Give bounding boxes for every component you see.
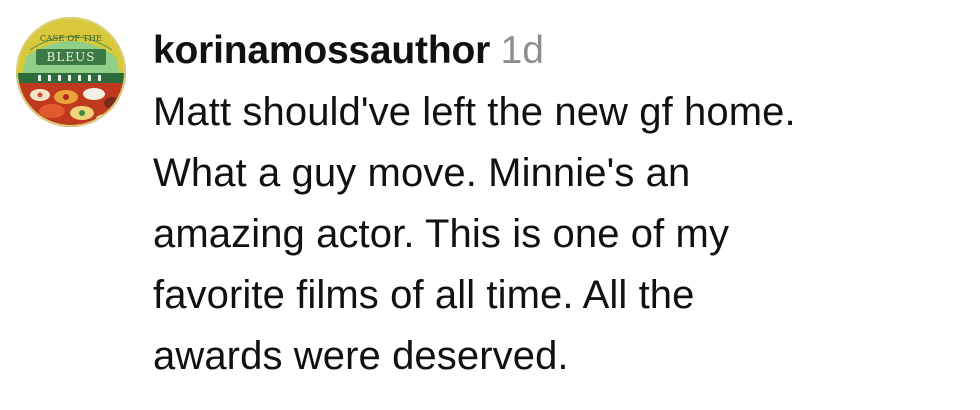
comment-text: Matt should've left the new gf home. Wha… <box>153 82 968 387</box>
comment-timestamp[interactable]: 1d <box>501 29 544 72</box>
comment-text-line: awards were deserved. <box>153 334 569 378</box>
avatar[interactable]: CASE OF THE BLEUS <box>16 17 126 127</box>
comment-text-line: favorite films of all time. All the <box>153 273 695 317</box>
avatar-logo-text-top: CASE OF THE <box>40 34 102 44</box>
avatar-logo-image: CASE OF THE BLEUS <box>16 17 126 127</box>
comment-text-line: amazing actor. This is one of my <box>153 212 730 256</box>
comment-text-line: Matt should've left the new gf home. <box>153 90 796 134</box>
comment-text-line: What a guy move. Minnie's an <box>153 151 691 195</box>
username-link[interactable]: korinamossauthor <box>153 29 490 72</box>
comment-header: korinamossauthor 1d <box>153 20 968 82</box>
avatar-logo-text-bottom: BLEUS <box>47 50 96 64</box>
comment-item: CASE OF THE BLEUS korinamossauthor 1d Ma… <box>0 0 980 410</box>
comment-body: korinamossauthor 1d Matt should've left … <box>153 20 968 387</box>
